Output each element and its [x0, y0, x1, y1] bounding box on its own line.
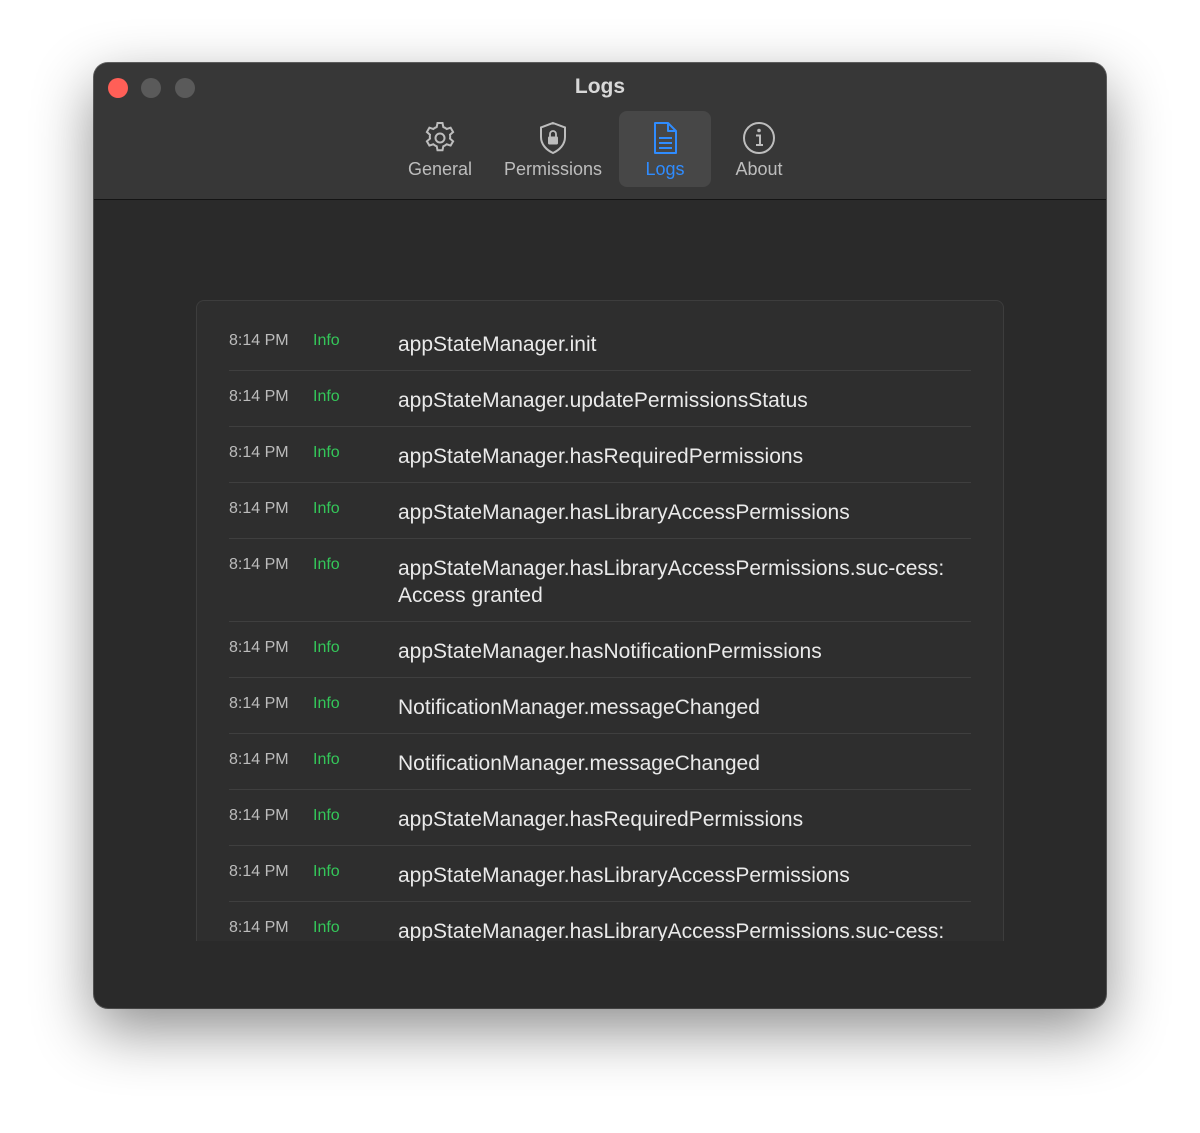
- shield-lock-icon: [540, 121, 566, 155]
- log-level: Info: [313, 332, 340, 349]
- log-message: NotificationManager.messageChanged: [398, 752, 760, 775]
- title-bar: Logs General Permissions Logs About: [94, 63, 1106, 200]
- log-message: appStateManager.hasLibraryAccessPermissi…: [398, 557, 945, 607]
- log-entry[interactable]: 8:14 PM Info appStateManager.hasLibraryA…: [229, 483, 971, 539]
- log-time: 8:14 PM: [229, 751, 289, 768]
- log-message: appStateManager.updatePermissionsStatus: [398, 389, 808, 412]
- log-time: 8:14 PM: [229, 500, 289, 517]
- log-time: 8:14 PM: [229, 388, 289, 405]
- log-time: 8:14 PM: [229, 444, 289, 461]
- log-message: NotificationManager.messageChanged: [398, 696, 760, 719]
- log-level: Info: [313, 919, 340, 936]
- log-level: Info: [313, 388, 340, 405]
- document-icon: [654, 122, 677, 154]
- log-message: appStateManager.hasLibraryAccessPermissi…: [398, 501, 850, 524]
- window-title: Logs: [574, 75, 626, 98]
- log-entry[interactable]: 8:14 PM Info appStateManager.hasLibraryA…: [229, 902, 971, 941]
- log-entry[interactable]: 8:14 PM Info appStateManager.hasRequired…: [229, 790, 971, 846]
- log-entry[interactable]: 8:14 PM Info appStateManager.hasRequired…: [229, 427, 971, 483]
- log-time: 8:14 PM: [229, 919, 289, 936]
- tab-about[interactable]: About: [719, 111, 799, 187]
- log-entry[interactable]: 8:14 PM Info appStateManager.hasNotifica…: [229, 622, 971, 678]
- log-level: Info: [313, 807, 340, 824]
- tab-permissions-label: Permissions: [503, 159, 603, 179]
- tab-about-label: About: [735, 159, 783, 179]
- log-time: 8:14 PM: [229, 556, 289, 573]
- log-list: 8:14 PM Info appStateManager.init 8:14 P…: [229, 315, 971, 941]
- log-message: appStateManager.init: [398, 333, 597, 356]
- log-time: 8:14 PM: [229, 863, 289, 880]
- log-level: Info: [313, 556, 340, 573]
- log-message: appStateManager.hasNotificationPermissio…: [398, 640, 822, 663]
- log-entry[interactable]: 8:14 PM Info NotificationManager.message…: [229, 678, 971, 734]
- log-level: Info: [313, 444, 340, 461]
- log-list-panel[interactable]: 8:14 PM Info appStateManager.init 8:14 P…: [196, 300, 1004, 941]
- logs-window: Logs General Permissions Logs About 8:14…: [94, 63, 1106, 1008]
- info-icon: [743, 122, 775, 154]
- tab-logs[interactable]: Logs: [619, 111, 711, 187]
- log-entry[interactable]: 8:14 PM Info appStateManager.hasLibraryA…: [229, 846, 971, 902]
- log-time: 8:14 PM: [229, 807, 289, 824]
- log-level: Info: [313, 500, 340, 517]
- log-level: Info: [313, 863, 340, 880]
- log-level: Info: [313, 695, 340, 712]
- gear-icon: [425, 122, 455, 152]
- log-message: appStateManager.hasRequiredPermissions: [398, 808, 804, 831]
- log-time: 8:14 PM: [229, 639, 289, 656]
- log-message: appStateManager.hasLibraryAccessPermissi…: [398, 864, 850, 887]
- tab-general-label: General: [407, 159, 473, 179]
- log-level: Info: [313, 639, 340, 656]
- log-entry[interactable]: 8:14 PM Info appStateManager.hasLibraryA…: [229, 539, 971, 622]
- log-time: 8:14 PM: [229, 695, 289, 712]
- log-message: appStateManager.hasRequiredPermissions: [398, 445, 804, 468]
- log-entry[interactable]: 8:14 PM Info appStateManager.updatePermi…: [229, 371, 971, 427]
- log-time: 8:14 PM: [229, 332, 289, 349]
- preferences-toolbar: General Permissions Logs About: [94, 111, 1106, 189]
- tab-logs-label: Logs: [645, 159, 685, 179]
- log-message: appStateManager.hasLibraryAccessPermissi…: [398, 920, 945, 941]
- tab-general[interactable]: General: [394, 111, 486, 187]
- tab-permissions[interactable]: Permissions: [494, 111, 612, 187]
- log-entry[interactable]: 8:14 PM Info appStateManager.init: [229, 315, 971, 371]
- log-entry[interactable]: 8:14 PM Info NotificationManager.message…: [229, 734, 971, 790]
- log-level: Info: [313, 751, 340, 768]
